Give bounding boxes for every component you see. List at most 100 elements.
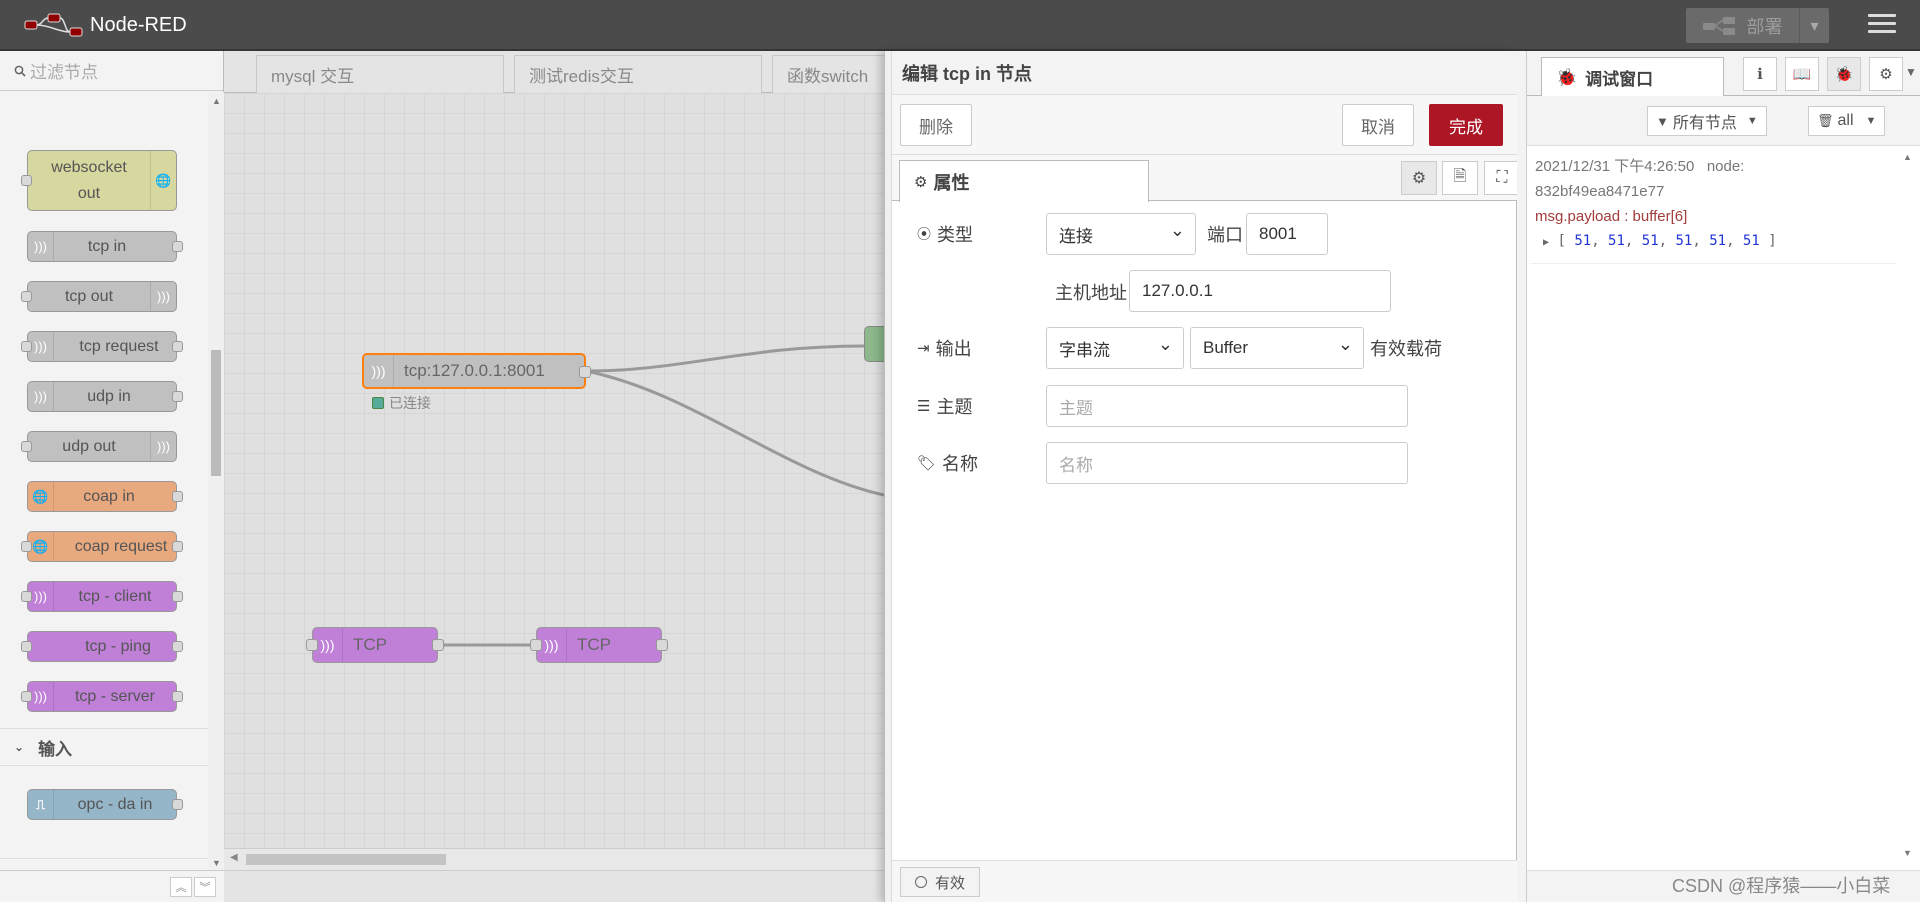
tab-switch[interactable]: 函数switch <box>772 55 884 93</box>
sidebar-separator[interactable] <box>1517 51 1527 902</box>
workspace: mysql 交互 测试redis交互 函数switch ))) tcp:127.… <box>224 51 884 902</box>
enabled-toggle-button[interactable]: 有效 <box>900 867 980 897</box>
debug-message[interactable]: 2021/12/31 下午4:26:50 node: 832bf49ea8471… <box>1531 148 1896 264</box>
palette-node-opc-da-in[interactable]: ⎍ opc - da in <box>27 789 183 820</box>
deploy-label: 部署 <box>1746 16 1783 37</box>
palette-category-input[interactable]: ⌄ 输入 <box>0 728 208 766</box>
settings-gear-icon[interactable]: ⚙ <box>1401 161 1437 195</box>
wifi-icon: ))) <box>28 582 54 611</box>
output-port <box>172 341 183 352</box>
cancel-button[interactable]: 取消 <box>1342 104 1414 146</box>
appearance-icon[interactable]: ⛶ <box>1484 161 1520 195</box>
expand-caret-icon[interactable]: ▶ <box>1543 237 1549 248</box>
pulse-icon: ⎍ <box>28 790 54 819</box>
flow-node-tcp-1[interactable]: ))) TCP <box>306 627 444 663</box>
editor-tabs: ⚙ 属性 ⚙ 🗎 ⛶ <box>892 155 1520 202</box>
flow-canvas[interactable]: ))) tcp:127.0.0.1:8001 已连接 ))) TCP ))) T… <box>224 93 884 873</box>
collapse-all-icon[interactable]: ︽ <box>170 877 192 897</box>
input-port <box>21 441 32 452</box>
info-icon[interactable]: ℹ <box>1743 57 1777 91</box>
clear-all-button[interactable]: 🗑 all ▼ <box>1808 106 1886 136</box>
header: Node-RED 部署 ▾ <box>0 0 1920 51</box>
scroll-down-icon[interactable]: ▼ <box>1903 848 1912 858</box>
tag-icon: 🏷 <box>917 455 937 472</box>
tab-debug[interactable]: 🐞 调试窗口 <box>1541 57 1724 97</box>
tab-properties[interactable]: ⚙ 属性 <box>899 160 1149 202</box>
watermark: CSDN @程序猿——小白菜 <box>1672 876 1891 896</box>
palette-node-websocket-out[interactable]: websocket out 🌐 <box>21 150 177 211</box>
workspace-tabs: mysql 交互 测试redis交互 函数switch <box>224 51 884 93</box>
node-filter-button[interactable]: ▼ 所有节点 ▼ <box>1647 106 1767 136</box>
output-mode-select[interactable]: 字串流 <box>1046 327 1184 369</box>
tab-redis[interactable]: 测试redis交互 <box>514 55 762 93</box>
palette-scrollbar[interactable]: ▲ ▼ <box>208 92 224 870</box>
input-port <box>21 175 32 186</box>
palette-node-tcp-ping[interactable]: tcp - ping <box>21 631 183 662</box>
palette-node-coap-request[interactable]: 🌐 coap request <box>21 531 183 562</box>
deploy-group: 部署 ▾ <box>1686 8 1829 43</box>
palette-node-tcp-request[interactable]: ))) tcp request <box>21 331 183 362</box>
type-select[interactable]: 连接 <box>1046 213 1196 255</box>
delete-button[interactable]: 删除 <box>900 104 972 146</box>
node-label: opc - da in <box>77 795 153 813</box>
palette-node-udp-in[interactable]: ))) udp in <box>27 381 183 412</box>
debug-toolbar: ▼ 所有节点 ▼ 🗑 all ▼ <box>1527 96 1920 146</box>
wifi-icon: ))) <box>28 682 54 711</box>
palette-search-input[interactable]: 过滤节点 <box>0 51 223 91</box>
config-gear-icon[interactable]: ⚙ <box>1869 57 1903 91</box>
flow-node-tcp-in[interactable]: ))) tcp:127.0.0.1:8001 <box>362 353 591 389</box>
editor-title: 编辑 tcp in 节点 <box>892 51 1518 95</box>
expand-all-icon[interactable]: ︾ <box>194 877 216 897</box>
node-editor-tray: 编辑 tcp in 节点 删除 取消 完成 ⚙ 属性 ⚙ 🗎 ⛶ ⦿ 类型 连接… <box>884 51 1520 902</box>
message-topic: msg.payload : buffer[6] <box>1535 208 1688 225</box>
palette-category-sequence[interactable]: ⌄ 序列 <box>0 858 208 870</box>
tab-mysql[interactable]: mysql 交互 <box>256 55 504 93</box>
output-port <box>579 366 591 378</box>
output-port <box>172 641 183 652</box>
workspace-scroll-thumb[interactable] <box>246 854 446 865</box>
description-icon[interactable]: 🗎 <box>1442 161 1478 195</box>
main-menu-icon[interactable] <box>1868 14 1896 38</box>
node-label: coap request <box>74 537 168 555</box>
scroll-up-icon[interactable]: ▲ <box>1903 152 1912 162</box>
help-book-icon[interactable]: 📖 <box>1785 57 1819 91</box>
palette-node-coap-in[interactable]: 🌐 coap in <box>27 481 183 512</box>
message-value[interactable]: ▶ [ 51, 51, 51, 51, 51, 51 ] <box>1535 229 1892 255</box>
host-label: 主机地址 <box>1055 283 1127 303</box>
workspace-hscrollbar[interactable]: ◀ <box>224 848 884 870</box>
output-format-select[interactable]: Buffer <box>1190 327 1364 369</box>
palette-node-tcp-client[interactable]: ))) tcp - client <box>21 581 183 612</box>
topic-input[interactable]: 主题 <box>1046 385 1408 427</box>
output-port <box>172 799 183 810</box>
done-button[interactable]: 完成 <box>1429 104 1503 146</box>
output-port <box>432 639 444 651</box>
output-port <box>172 241 183 252</box>
scroll-down-icon[interactable]: ▼ <box>212 858 221 868</box>
payload-label: 有效载荷 <box>1370 339 1442 359</box>
flow-node-tcp-2[interactable]: ))) TCP <box>530 627 668 663</box>
output-label: ⇥ 输出 <box>917 339 972 359</box>
name-input[interactable]: 名称 <box>1046 442 1408 484</box>
sidebar-menu-caret-icon[interactable]: ▼ <box>1905 65 1917 79</box>
tasks-icon: ☰ <box>917 398 931 415</box>
debug-bug-icon[interactable]: 🐞 <box>1827 57 1861 91</box>
palette-node-tcp-server[interactable]: ))) tcp - server <box>21 681 183 712</box>
sidebar-tabs: 🐞 调试窗口 ℹ 📖 🐞 ⚙ ▼ <box>1527 51 1920 97</box>
tray-resize-handle[interactable] <box>885 51 892 902</box>
offscreen-node[interactable] <box>864 326 884 362</box>
scroll-left-icon[interactable]: ◀ <box>230 852 238 863</box>
port-input[interactable]: 8001 <box>1246 213 1328 255</box>
wifi-icon: ))) <box>28 382 54 411</box>
type-label: ⦿ 类型 <box>917 225 973 245</box>
palette-node-tcp-out[interactable]: tcp out ))) <box>21 281 177 312</box>
debug-scrollbar[interactable]: ▲ ▼ <box>1898 148 1916 860</box>
node-label: tcp request <box>79 337 159 355</box>
scroll-up-icon[interactable]: ▲ <box>212 96 221 106</box>
deploy-menu-caret-icon[interactable]: ▾ <box>1799 8 1829 43</box>
host-input[interactable]: 127.0.0.1 <box>1129 270 1391 312</box>
palette-node-udp-out[interactable]: udp out ))) <box>21 431 177 462</box>
palette-node-tcp-in[interactable]: ))) tcp in <box>27 231 183 262</box>
palette-scroll-thumb[interactable] <box>211 350 221 476</box>
bug-icon: 🐞 <box>1556 67 1578 87</box>
deploy-button[interactable]: 部署 <box>1686 8 1799 43</box>
